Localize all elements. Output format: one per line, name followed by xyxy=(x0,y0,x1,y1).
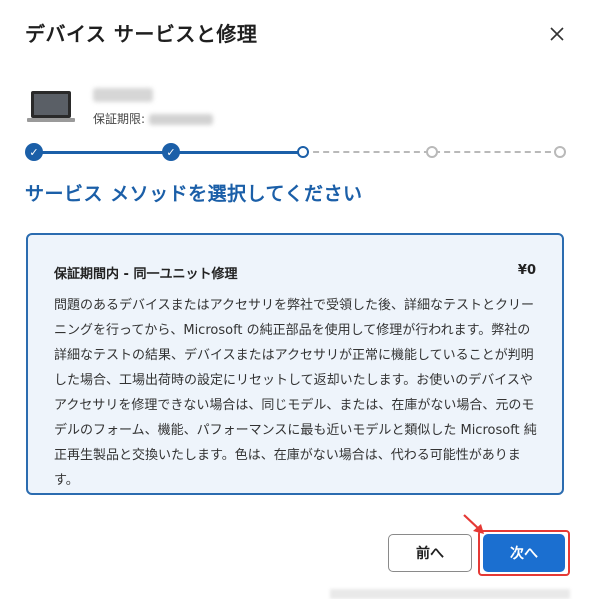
step-3-current xyxy=(297,146,309,158)
prev-button[interactable]: 前へ xyxy=(388,534,472,572)
service-dialog: デバイス サービスと修理 保証期限: ✓ ✓ サービス メソッドを選択してくださ… xyxy=(0,0,591,599)
step-1-check-icon: ✓ xyxy=(25,143,43,161)
step-2-check-icon: ✓ xyxy=(162,143,180,161)
progress-stepper: ✓ ✓ xyxy=(0,140,591,164)
laptop-icon xyxy=(27,91,75,122)
warranty-label: 保証期限: xyxy=(93,112,146,126)
warranty-info: 保証期限: xyxy=(93,110,214,127)
option-title: 保証期間内 - 同一ユニット修理 xyxy=(54,267,238,282)
step-4-pending xyxy=(426,146,438,158)
option-price: ¥0 xyxy=(517,263,536,278)
footer-redacted xyxy=(330,589,570,599)
device-name-redacted xyxy=(93,88,153,102)
close-icon[interactable] xyxy=(543,20,571,48)
step-5-pending xyxy=(554,146,566,158)
option-description: 問題のあるデバイスまたはアクセサリを弊社で受領した後、詳細なテストとクリーニング… xyxy=(54,298,537,488)
next-button[interactable]: 次へ xyxy=(483,534,565,572)
dialog-title: デバイス サービスと修理 xyxy=(25,22,258,46)
section-heading: サービス メソッドを選択してください xyxy=(25,183,363,205)
warranty-date-redacted xyxy=(149,114,214,125)
service-option-card[interactable]: 保証期間内 - 同一ユニット修理 ¥0 問題のあるデバイスまたはアクセサリを弊社… xyxy=(26,233,564,495)
